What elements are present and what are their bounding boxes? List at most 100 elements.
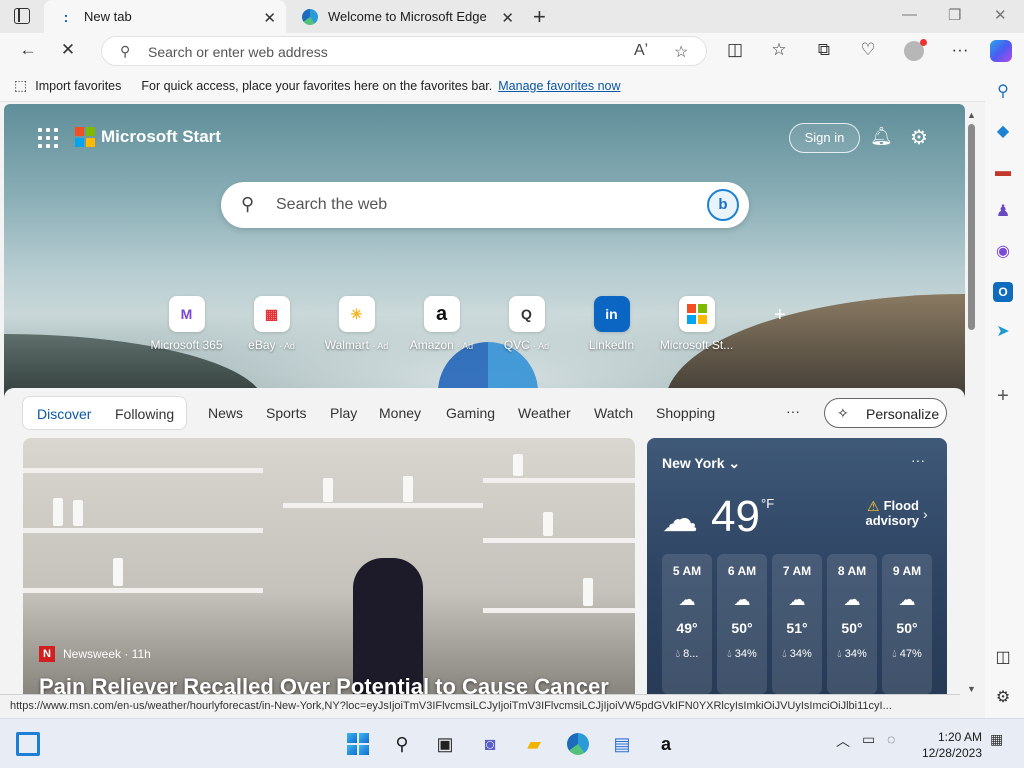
minimize-icon[interactable]: — [902, 6, 917, 23]
chevron-right-icon[interactable]: › [923, 506, 928, 522]
scrollbar-thumb[interactable] [968, 124, 975, 330]
hour-temp: 49° [676, 620, 698, 636]
nav-watch[interactable]: Watch [594, 405, 633, 421]
hour-precip: 💧︎ 34% [837, 648, 867, 660]
weather-more-icon[interactable]: ··· [911, 452, 925, 468]
news-card[interactable]: N Newsweek · 11h Pain Reliever Recalled … [23, 438, 635, 694]
web-search-box[interactable]: ⚲ b [221, 182, 749, 228]
sidebar-drop-icon[interactable]: ➤ [993, 322, 1013, 342]
address-bar[interactable]: ⚲ A͏ʼ ☆ [101, 36, 707, 66]
stop-loading-icon[interactable]: ✕ [57, 40, 79, 60]
bottle [543, 512, 553, 536]
tab-new-tab[interactable]: : New tab ✕ [44, 0, 286, 33]
nav-news[interactable]: News [208, 405, 243, 421]
flood-advisory[interactable]: Flood advisory [859, 498, 919, 528]
quick-link-ebay[interactable]: ▦ eBay · Ad [229, 296, 314, 352]
nav-sports[interactable]: Sports [266, 405, 306, 421]
quick-link-qvc[interactable]: Q QVC · Ad [484, 296, 569, 352]
chevron-up-icon[interactable]: ︿ [836, 731, 850, 751]
nav-shopping[interactable]: Shopping [656, 405, 715, 421]
sidebar-microsoft-365-icon[interactable]: ◉ [993, 242, 1013, 262]
scroll-up-icon[interactable]: ▲ [967, 110, 976, 120]
sidebar-games-icon[interactable]: ♟ [993, 202, 1013, 222]
sidebar-tools-icon[interactable]: ▬ [993, 162, 1013, 182]
ad-badge: · Ad [278, 341, 295, 351]
edge-taskbar-icon[interactable] [566, 732, 590, 756]
hourly-forecast[interactable]: 6 AM ☁ 50° 💧︎ 34% [717, 554, 767, 694]
weather-card[interactable]: New York ⌄ ··· ☁ 49 °F ⚠ Flood advisory … [647, 438, 947, 694]
hourly-forecast[interactable]: 7 AM ☁ 51° 💧︎ 34% [772, 554, 822, 694]
favorites-bar: ⬚ Import favorites For quick access, pla… [0, 70, 1024, 102]
brand-title[interactable]: Microsoft Start [101, 127, 221, 147]
new-tab-button[interactable]: + [533, 4, 546, 30]
close-tab-icon[interactable]: ✕ [263, 9, 276, 27]
store-icon[interactable]: ▤ [610, 732, 634, 756]
nav-play[interactable]: Play [330, 405, 357, 421]
clock[interactable]: 1:20 AM 12/28/2023 [920, 729, 982, 761]
split-screen-icon[interactable]: ◫ [724, 40, 746, 60]
quick-link-microsoft-store[interactable]: Microsoft St... [654, 296, 739, 352]
close-tab-icon[interactable]: ✕ [501, 9, 514, 27]
chat-icon[interactable]: ◙ [478, 732, 502, 756]
notification-icon[interactable]: ▦ [990, 731, 1003, 748]
bing-chat-button[interactable]: b [707, 189, 739, 221]
tab-actions-icon[interactable] [14, 8, 30, 24]
sidebar-settings-icon[interactable]: ⚙ [993, 688, 1013, 708]
browser-essentials-icon[interactable]: ♡ [857, 40, 879, 60]
news-headline[interactable]: Pain Reliever Recalled Over Potential to… [39, 674, 609, 694]
add-shortcut-icon[interactable]: + [774, 304, 786, 327]
address-input[interactable] [148, 42, 618, 62]
nav-more-icon[interactable]: ··· [786, 403, 800, 419]
web-search-input[interactable] [276, 195, 676, 215]
hourly-forecast[interactable]: 5 AM ☁ 49° 💧︎ 8... [662, 554, 712, 694]
profile-avatar[interactable] [904, 39, 927, 61]
sign-in-button[interactable]: Sign in [789, 123, 860, 153]
quick-link-linkedin[interactable]: in LinkedIn [569, 296, 654, 352]
tab-following[interactable]: Following [115, 406, 174, 422]
amazon-icon[interactable]: a [654, 732, 678, 756]
search-icon[interactable]: ⚲ [390, 732, 414, 756]
task-view-icon[interactable]: ▣ [433, 732, 457, 756]
back-icon[interactable]: ← [17, 40, 39, 60]
tab-welcome[interactable]: Welcome to Microsoft Edge ✕ [288, 0, 524, 33]
sidebar-search-icon[interactable]: ⚲ [993, 82, 1013, 102]
hour-temp: 50° [731, 620, 753, 636]
import-favorites-button[interactable]: Import favorites [35, 79, 121, 93]
widgets-icon[interactable] [16, 732, 40, 756]
settings-gear-icon[interactable]: ⚙ [910, 125, 928, 150]
close-window-icon[interactable]: ✕ [994, 6, 1007, 24]
quick-link-microsoft-365[interactable]: M Microsoft 365 [144, 296, 229, 352]
network-icon[interactable]: ▭ [862, 731, 875, 748]
quick-link-walmart[interactable]: ✳ Walmart · Ad [314, 296, 399, 352]
personalize-button[interactable]: ✧ Personalize [824, 398, 947, 428]
manage-favorites-link[interactable]: Manage favorites now [498, 79, 620, 93]
edge-icon [302, 8, 318, 25]
nav-weather[interactable]: Weather [518, 405, 571, 421]
restore-icon[interactable]: ❐ [948, 6, 961, 24]
nav-gaming[interactable]: Gaming [446, 405, 495, 421]
read-aloud-icon[interactable]: A͏ʼ [634, 42, 648, 60]
sidebar-add-icon[interactable]: + [993, 386, 1013, 406]
sidebar-outlook-icon[interactable]: O [993, 282, 1013, 302]
sidebar-shopping-icon[interactable]: ◆ [993, 122, 1013, 142]
favorite-star-icon[interactable]: ☆ [674, 42, 688, 62]
tab-discover[interactable]: Discover [37, 406, 91, 422]
notifications-bell-icon[interactable]: 🔔︎ [870, 126, 893, 147]
scroll-down-icon[interactable]: ▼ [967, 684, 976, 694]
app-launcher-icon[interactable] [38, 128, 58, 148]
start-button[interactable] [346, 732, 370, 756]
sidebar-hide-icon[interactable]: ◫ [993, 648, 1013, 668]
volume-muted-icon[interactable]: ◌ [887, 731, 895, 747]
favorites-icon[interactable]: ☆ [768, 40, 790, 60]
quick-link-amazon[interactable]: a Amazon · Ad [399, 296, 484, 352]
weather-location[interactable]: New York ⌄ [662, 455, 740, 472]
collections-icon[interactable]: ⧉ [813, 40, 835, 60]
hourly-forecast[interactable]: 9 AM ☁ 50° 💧︎ 47% [882, 554, 932, 694]
nav-money[interactable]: Money [379, 405, 421, 421]
hero-background: Microsoft Start Sign in 🔔︎ ⚙ ⚲ b M Micro… [4, 104, 965, 442]
more-menu-icon[interactable]: ··· [949, 40, 971, 60]
copilot-icon[interactable] [990, 40, 1012, 62]
page-scrollbar[interactable]: ▲ ▼ [966, 104, 978, 694]
hourly-forecast[interactable]: 8 AM ☁ 50° 💧︎ 34% [827, 554, 877, 694]
file-explorer-icon[interactable]: ▰ [522, 732, 546, 756]
